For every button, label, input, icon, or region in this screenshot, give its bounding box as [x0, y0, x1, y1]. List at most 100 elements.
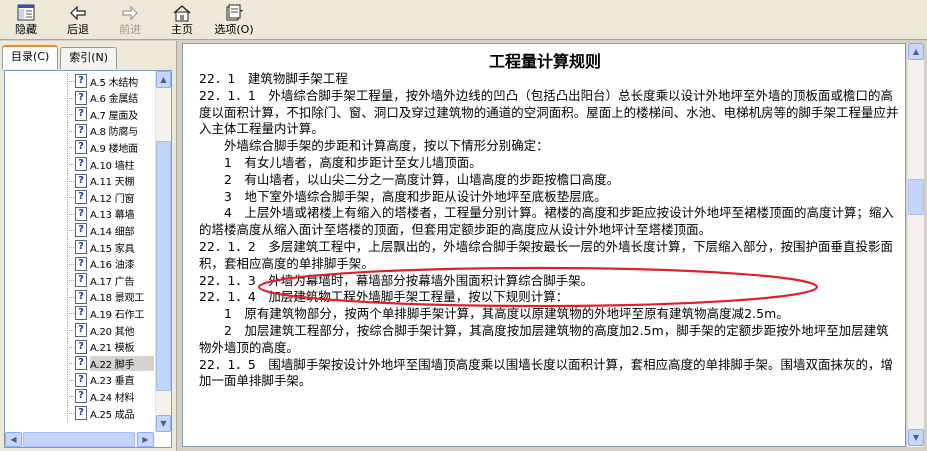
- tree-item[interactable]: ? A.5 木结构: [5, 73, 154, 90]
- tree-item[interactable]: ? A.7 屋面及: [5, 106, 154, 124]
- content-scroll-down-button[interactable]: ▼: [908, 429, 924, 446]
- paragraph: 22．1 建筑物脚手架工程: [199, 71, 348, 86]
- tree-item[interactable]: ? A.25 成品: [5, 405, 154, 422]
- tree-horizontal-scrollbar[interactable]: ◀ ▶: [5, 432, 155, 447]
- tree-item[interactable]: ? A.17 广告: [5, 272, 154, 290]
- tree-connector: [67, 338, 75, 356]
- tree-item[interactable]: ? A.23 垂直: [5, 371, 154, 389]
- content-scroll-thumb[interactable]: [908, 179, 924, 215]
- tree-item[interactable]: ? A.16 油漆: [5, 255, 154, 273]
- tree-connector: [67, 322, 75, 339]
- tree-connector: [67, 122, 75, 140]
- tree-item-label: A.7 屋面及: [90, 110, 138, 122]
- tree-item[interactable]: ? A.21 模板: [5, 338, 154, 356]
- tab-index[interactable]: 索引(N): [60, 47, 118, 69]
- back-arrow-icon: [67, 3, 89, 23]
- home-button[interactable]: 主页: [156, 0, 208, 40]
- tree-item[interactable]: ? A.14 细部: [5, 222, 154, 240]
- tree-horizontal-thumb[interactable]: [23, 432, 135, 447]
- home-label: 主页: [171, 23, 193, 36]
- tree-item[interactable]: ? A.11 天棚: [5, 172, 154, 190]
- tree-scroll-left-button[interactable]: ◀: [5, 432, 22, 447]
- forward-label: 前进: [119, 23, 141, 36]
- tree-connector: [67, 189, 75, 207]
- options-button[interactable]: 选项(O): [208, 0, 260, 40]
- content-scroll-up-button[interactable]: ▲: [908, 43, 924, 60]
- tree-connector: [67, 139, 75, 157]
- tree-item-label: A.6 金属结: [90, 94, 138, 106]
- forward-button[interactable]: 前进: [104, 0, 156, 40]
- help-topic-icon: ?: [75, 74, 87, 88]
- tree-connector: [67, 405, 75, 422]
- tree-connector: [67, 172, 75, 190]
- tree-item[interactable]: ? A.19 石作工: [5, 305, 154, 323]
- help-topic-icon: ?: [75, 256, 87, 271]
- back-label: 后退: [67, 23, 89, 36]
- back-button[interactable]: 后退: [52, 0, 104, 40]
- help-topic-icon: ?: [75, 356, 87, 371]
- help-topic-icon: ?: [75, 157, 87, 171]
- tree-scroll-up-button[interactable]: ▲: [156, 71, 171, 88]
- document-body: 22．1 建筑物脚手架工程 22．1．1 外墙综合脚手架工程量，按外墙外边线的凹…: [199, 71, 899, 390]
- tree-connector: [67, 73, 75, 90]
- help-topic-icon: ?: [75, 190, 87, 205]
- tree-item-label: A.17 广告: [90, 276, 135, 288]
- tree-item[interactable]: ? A.22 脚手: [5, 355, 154, 373]
- help-topic-icon: ?: [75, 306, 87, 321]
- tree-scroll-down-button[interactable]: ▼: [156, 415, 171, 432]
- help-topic-icon: ?: [75, 223, 87, 238]
- help-topic-icon: ?: [75, 140, 87, 155]
- tree-connector: [67, 272, 75, 290]
- annotation-ellipse: [257, 266, 819, 308]
- paragraph: 22．1．5 围墙脚手架按设计外地坪至围墙顶高度乘以围墙长度以面积计算，套相应高…: [199, 356, 893, 389]
- tree-vertical-scrollbar[interactable]: ▲ ▼: [155, 71, 171, 432]
- content-vertical-scrollbar[interactable]: ▲ ▼: [907, 43, 924, 447]
- paragraph: 4 上层外墙或裙楼上有缩入的塔楼者，工程量分别计算。裙楼的高度和步距应按设计外地…: [199, 205, 894, 238]
- tree-connector: [67, 106, 75, 124]
- tree-item-label: A.9 楼地面: [90, 143, 138, 155]
- help-topic-icon: ?: [75, 273, 87, 288]
- paragraph: 2 有山墙者，以山尖二分之一高度计算，山墙高度的步距按檐口高度。: [199, 171, 620, 187]
- tree-scroll-thumb[interactable]: [156, 141, 171, 391]
- tree-connector: [67, 388, 75, 406]
- toolbar: 隐藏 后退 前进 主页 选项(O): [0, 0, 927, 40]
- paragraph: 22．1．1 外墙综合脚手架工程量，按外墙外边线的凹凸（包括凸出阳台）总长度乘以…: [199, 87, 899, 137]
- tree-item-label: A.13 幕墙: [90, 210, 135, 222]
- navigation-pane: 目录(C) 索引(N) ? A.5 木结构? A.6 金属结? A.7 屋面及? A.8…: [0, 41, 177, 451]
- hide-button[interactable]: 隐藏: [0, 0, 52, 40]
- tree-item[interactable]: ? A.6 金属结: [5, 89, 154, 107]
- tree-connector: [67, 156, 75, 173]
- tab-contents[interactable]: 目录(C): [2, 45, 59, 69]
- tree-item-label: A.10 墙柱: [90, 160, 135, 172]
- tree-connector: [67, 205, 75, 223]
- help-topic-icon: ?: [75, 206, 87, 221]
- topic-pane: 工程量计算规则 22．1 建筑物脚手架工程 22．1．1 外墙综合脚手架工程量，…: [179, 41, 927, 451]
- home-icon: [171, 3, 193, 23]
- tree-connector: [67, 89, 75, 107]
- tree-item[interactable]: ? A.12 门窗: [5, 189, 154, 207]
- tree-scroll-right-button[interactable]: ▶: [137, 432, 154, 447]
- tree-item[interactable]: ? A.8 防腐与: [5, 122, 154, 140]
- tree-item-label: A.11 天棚: [90, 177, 135, 189]
- help-topic-icon: ?: [75, 389, 87, 404]
- tree-item[interactable]: ? A.15 家具: [5, 239, 154, 256]
- help-topic-icon: ?: [75, 107, 87, 122]
- tree-connector: [67, 222, 75, 240]
- tree-item[interactable]: ? A.18 景观工: [5, 288, 154, 306]
- tree-connector: [67, 305, 75, 323]
- tree-item[interactable]: ? A.10 墙柱: [5, 156, 154, 173]
- tree-item[interactable]: ? A.13 幕墙: [5, 205, 154, 223]
- help-topic-icon: ?: [75, 339, 87, 354]
- tree-connector: [67, 255, 75, 273]
- tree-item[interactable]: ? A.9 楼地面: [5, 139, 154, 157]
- help-topic-icon: ?: [75, 90, 87, 105]
- tree-item-label: A.20 其他: [90, 326, 135, 338]
- tree-connector: [67, 288, 75, 306]
- tree-item-label: A.12 门窗: [90, 193, 135, 205]
- tree-connector: [67, 239, 75, 256]
- help-topic-icon: ?: [75, 289, 87, 304]
- topic-content: 工程量计算规则 22．1 建筑物脚手架工程 22．1．1 外墙综合脚手架工程量，…: [182, 43, 906, 447]
- tree-item-label: A.16 油漆: [90, 260, 135, 272]
- tree-item[interactable]: ? A.20 其他: [5, 322, 154, 339]
- tree-item[interactable]: ? A.24 材料: [5, 388, 154, 406]
